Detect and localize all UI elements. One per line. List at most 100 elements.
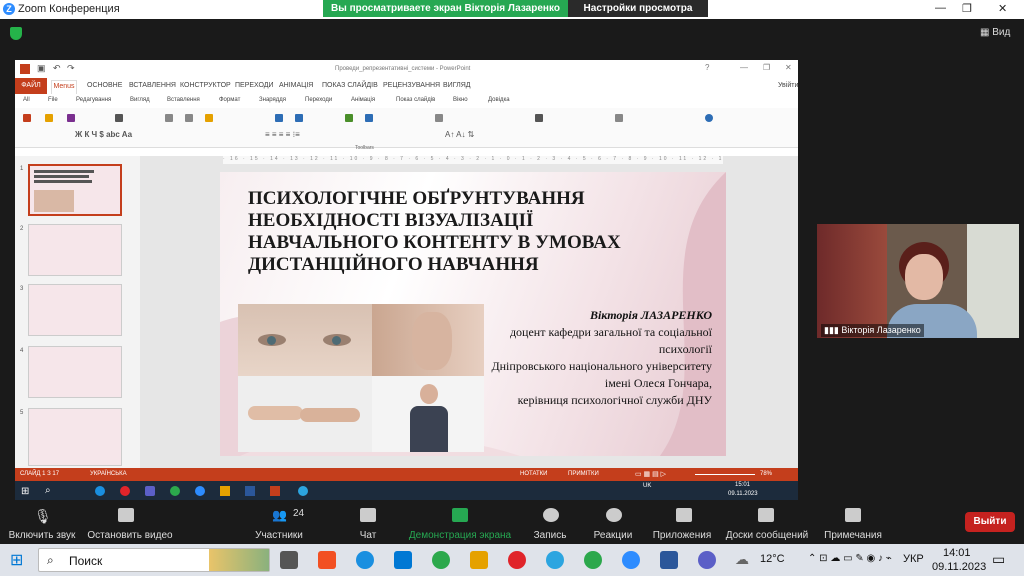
menu-transitions[interactable]: Переходи <box>305 97 332 103</box>
windows-start-icon[interactable]: ⊞ <box>21 486 29 497</box>
help-taskbar-icon[interactable] <box>698 551 716 569</box>
new-icon[interactable] <box>23 114 31 122</box>
telegram-taskbar-icon[interactable] <box>546 551 564 569</box>
table-icon[interactable] <box>345 114 353 122</box>
teams-icon[interactable] <box>145 486 155 496</box>
microphone-muted-icon[interactable]: 🎙 <box>34 508 52 524</box>
chrome-icon[interactable] <box>170 486 180 496</box>
ppt-close-icon[interactable]: ✕ <box>785 63 792 72</box>
zoom-tool-icon[interactable] <box>615 114 623 122</box>
menu-slideshow[interactable]: Показ слайдів <box>396 97 435 103</box>
tray-icons[interactable]: ⌃ ⊡ ☁ ▭ ✎ ◉ ♪ ⌁ <box>808 553 892 564</box>
menu-insert[interactable]: Вставлення <box>167 97 200 103</box>
save-icon[interactable]: ▣ <box>37 63 46 74</box>
tab-slideshow[interactable]: ПОКАЗ СЛАЙДІВ <box>322 82 378 89</box>
clock-date[interactable]: 09.11.2023 <box>932 561 986 573</box>
reactions-icon[interactable] <box>606 508 622 522</box>
menu-tools[interactable]: Знаряддя <box>259 97 286 103</box>
line-icon[interactable] <box>535 114 543 122</box>
clock-time[interactable]: 14:01 <box>943 547 971 559</box>
shapes-icon[interactable] <box>435 114 443 122</box>
menu-view[interactable]: Вигляд <box>130 97 150 103</box>
thumbnail-slide-1[interactable] <box>28 164 122 216</box>
participants-icon[interactable]: 👥 <box>272 508 288 522</box>
menu-file[interactable]: File <box>48 97 58 103</box>
view-button[interactable]: ▦ Вид <box>980 27 1010 38</box>
chat-icon[interactable] <box>360 508 376 522</box>
menu-format[interactable]: Формат <box>219 97 240 103</box>
weather-icon[interactable]: ☁ <box>735 551 749 568</box>
notes-button[interactable]: НОТАТКИ <box>520 471 547 477</box>
chat-button[interactable]: Чат <box>323 530 413 541</box>
edge-icon[interactable] <box>95 486 105 496</box>
start-icon[interactable]: ⊞ <box>10 550 23 570</box>
thumbnail-slide-5[interactable] <box>28 408 122 466</box>
menu-edit[interactable]: Редагування <box>76 97 111 103</box>
zoom-slider[interactable] <box>695 474 755 475</box>
undo-icon[interactable]: ↶ <box>53 63 61 74</box>
open-icon[interactable] <box>45 114 53 122</box>
tab-home[interactable]: ОСНОВНЕ <box>87 82 122 89</box>
tab-design[interactable]: КОНСТРУКТОР <box>180 82 231 89</box>
signin-link[interactable]: Увійти <box>778 82 798 89</box>
zoom-taskbar-icon[interactable] <box>622 551 640 569</box>
menu-window[interactable]: Вікно <box>453 97 468 103</box>
tab-review[interactable]: РЕЦЕНЗУВАННЯ <box>383 82 440 89</box>
whiteboards-button[interactable]: Доски сообщений <box>717 530 817 541</box>
word-icon[interactable] <box>245 486 255 496</box>
telegram-icon[interactable] <box>298 486 308 496</box>
undo-tool-icon[interactable] <box>275 114 283 122</box>
apps-icon[interactable] <box>676 508 692 522</box>
thumbnail-slide-3[interactable] <box>28 284 122 336</box>
menu-help[interactable]: Довідка <box>488 97 510 103</box>
apps-button[interactable]: Приложения <box>637 530 727 541</box>
tab-transitions[interactable]: ПЕРЕХОДИ <box>235 82 274 89</box>
restore-icon[interactable]: ❐ <box>962 2 972 15</box>
zoom-app-icon[interactable] <box>195 486 205 496</box>
participants-button[interactable]: Участники <box>234 530 324 541</box>
save-as-icon[interactable] <box>67 114 75 122</box>
opera-icon[interactable] <box>120 486 130 496</box>
store-icon[interactable] <box>318 551 336 569</box>
help-icon[interactable]: ? <box>705 63 709 72</box>
keyboard-language[interactable]: УКР <box>903 553 924 565</box>
redo-icon[interactable]: ↷ <box>67 63 75 74</box>
comments-button[interactable]: ПРИМІТКИ <box>568 471 599 477</box>
tab-menus[interactable]: Menus <box>51 80 77 94</box>
ppt-minimize-icon[interactable]: — <box>740 63 748 72</box>
leave-button[interactable]: Выйти <box>965 512 1015 532</box>
font-format-icons[interactable]: Ж К Ч $ abc Aa <box>75 130 132 139</box>
powerpoint-taskbar-icon[interactable] <box>270 486 280 496</box>
word-taskbar-icon[interactable] <box>660 551 678 569</box>
slide-canvas[interactable]: Психологічне обґрунтування необхідності … <box>220 172 726 456</box>
copy-icon[interactable] <box>185 114 193 122</box>
tab-animation[interactable]: АНІМАЦІЯ <box>279 82 313 89</box>
video-icon[interactable] <box>118 508 134 522</box>
ppt-restore-icon[interactable]: ❐ <box>763 63 770 72</box>
thumbnail-slide-2[interactable] <box>28 224 122 276</box>
font-size-icons[interactable]: A↑ A↓ ⇅ <box>445 130 474 139</box>
encryption-shield-icon[interactable] <box>10 27 22 40</box>
notes-icon[interactable] <box>845 508 861 522</box>
share-screen-icon[interactable] <box>452 508 468 522</box>
taskbar-search[interactable]: ⌕ Поиск <box>38 548 270 572</box>
participant-video[interactable]: ▮▮▮ Вікторія Лазаренко <box>817 224 1019 338</box>
notifications-icon[interactable]: ▭ <box>992 551 1005 568</box>
close-icon[interactable]: ✕ <box>998 2 1007 15</box>
cut-icon[interactable] <box>165 114 173 122</box>
chart-icon[interactable] <box>365 114 373 122</box>
tab-view[interactable]: ВИГЛЯД <box>443 82 471 89</box>
tab-file[interactable]: ФАЙЛ <box>15 78 47 94</box>
paste-icon[interactable] <box>205 114 213 122</box>
paragraph-icons[interactable]: ≡ ≡ ≡ ≡ ⁝≡ <box>265 130 300 139</box>
print-icon[interactable] <box>115 114 123 122</box>
mail-icon[interactable] <box>394 551 412 569</box>
folder-icon[interactable] <box>470 551 488 569</box>
search-icon[interactable]: ⌕ <box>45 485 51 496</box>
redo-tool-icon[interactable] <box>295 114 303 122</box>
minimize-icon[interactable]: — <box>935 2 946 14</box>
menu-animation[interactable]: Анімація <box>351 97 375 103</box>
stop-video-button[interactable]: Остановить видео <box>85 530 175 541</box>
notes-button[interactable]: Примечания <box>808 530 898 541</box>
edge-taskbar-icon[interactable] <box>356 551 374 569</box>
